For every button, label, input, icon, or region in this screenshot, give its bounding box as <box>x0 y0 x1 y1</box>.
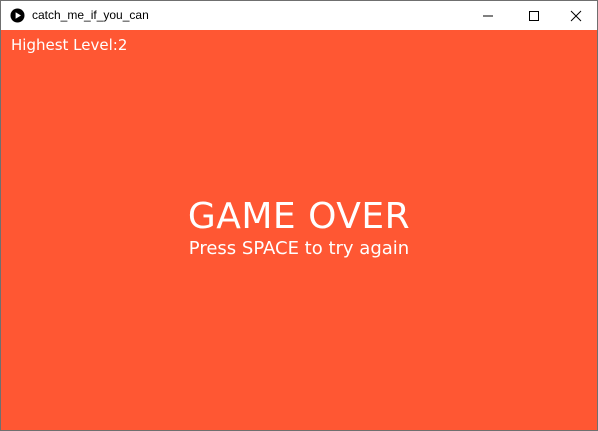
window-title: catch_me_if_you_can <box>32 8 149 22</box>
highest-level-value: 2 <box>117 36 128 54</box>
highest-level-label: Highest Level: <box>11 36 118 54</box>
close-icon <box>570 10 582 21</box>
maximize-icon <box>529 10 539 21</box>
close-button[interactable] <box>553 1 597 30</box>
title-bar[interactable]: catch_me_if_you_can <box>1 1 597 30</box>
game-over-title: GAME OVER <box>187 196 411 237</box>
maximize-button[interactable] <box>511 1 557 30</box>
game-canvas[interactable]: Highest Level:2 GAME OVER Press SPACE to… <box>1 30 597 430</box>
play-circle-icon <box>10 8 25 23</box>
restart-hint: Press SPACE to try again <box>188 238 410 259</box>
minimize-icon <box>483 15 493 16</box>
minimize-button[interactable] <box>465 1 511 30</box>
highest-level-display: Highest Level:2 <box>11 36 127 54</box>
app-window: catch_me_if_you_can Highest Level:2 GAME… <box>0 0 598 431</box>
game-over-message: GAME OVER Press SPACE to try again <box>1 195 597 261</box>
